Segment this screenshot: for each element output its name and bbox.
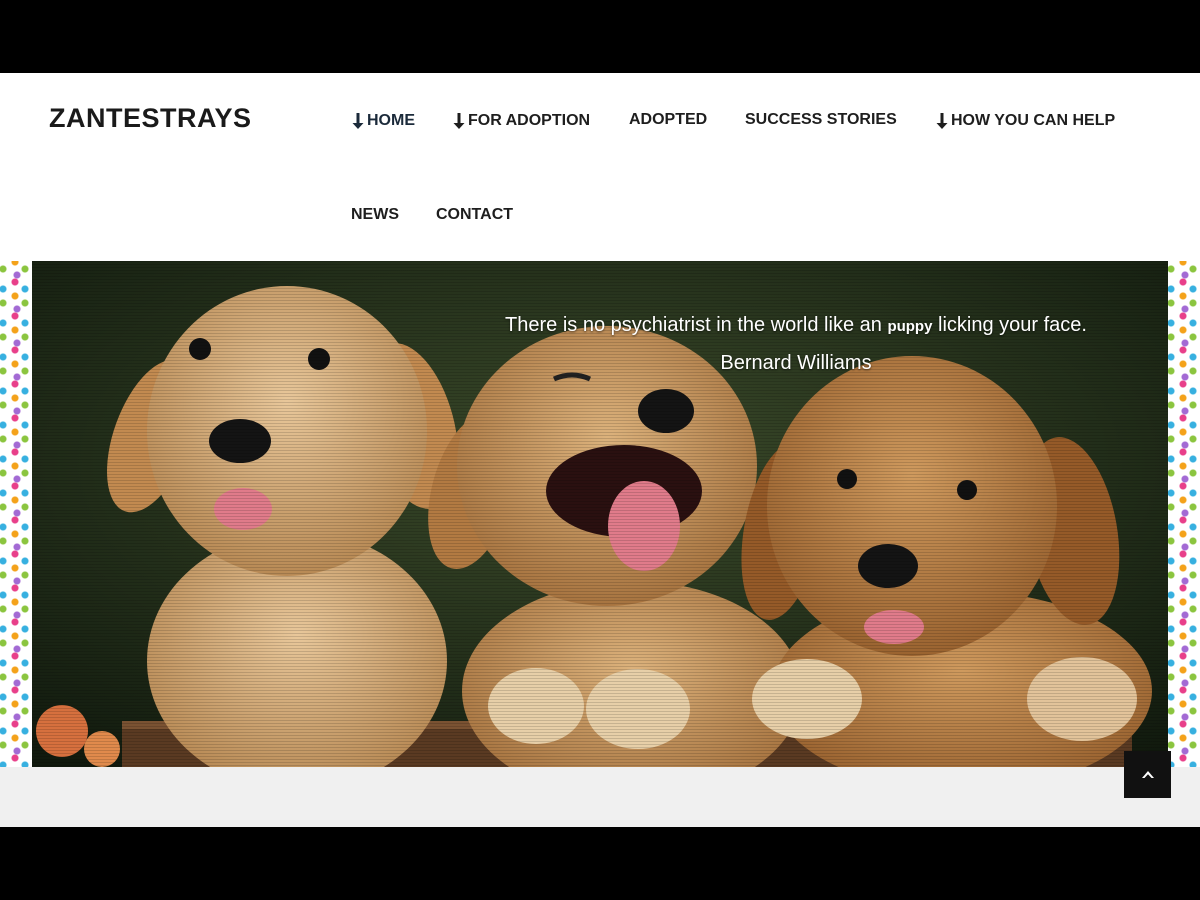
paw-pattern-border <box>1168 261 1200 767</box>
quote-emphasis: puppy <box>887 318 933 335</box>
nav-label: NEWS <box>351 206 399 223</box>
nav-item-how-you-can-help[interactable]: HOW YOU CAN HELP <box>936 112 1115 130</box>
scroll-to-top-button[interactable] <box>1124 751 1171 798</box>
hero-banner: There is no psychiatrist in the world li… <box>0 261 1200 767</box>
bottom-black-bar <box>0 827 1200 900</box>
arrow-down-icon <box>453 113 465 129</box>
top-black-bar <box>0 0 1200 73</box>
paw-pattern-border <box>0 261 32 767</box>
quote-part: licking your face. <box>932 314 1087 336</box>
page: ZANTESTRAYS HOME FOR ADOPTION ADOPTED SU… <box>0 73 1200 827</box>
nav-item-contact[interactable]: CONTACT <box>436 206 513 224</box>
nav-label: SUCCESS STORIES <box>745 111 897 128</box>
quote-text: There is no psychiatrist in the world li… <box>470 307 1122 345</box>
quote-part: There is no psychiatrist in the world li… <box>505 314 888 336</box>
nav-item-adopted[interactable]: ADOPTED <box>629 111 707 129</box>
nav-label: FOR ADOPTION <box>468 112 591 129</box>
nav-item-home[interactable]: HOME <box>352 112 415 130</box>
site-logo[interactable]: ZANTESTRAYS <box>49 103 252 134</box>
arrow-down-icon <box>352 113 364 129</box>
content-band <box>0 767 1200 827</box>
nav-label: HOW YOU CAN HELP <box>951 112 1116 129</box>
nav-label: HOME <box>367 112 415 129</box>
nav-label: CONTACT <box>436 206 514 223</box>
hero-quote: There is no psychiatrist in the world li… <box>470 307 1122 381</box>
nav-item-news[interactable]: NEWS <box>351 206 399 224</box>
nav-item-success-stories[interactable]: SUCCESS STORIES <box>745 111 897 129</box>
nav-label: ADOPTED <box>629 111 708 128</box>
arrow-down-icon <box>936 113 948 129</box>
quote-author: Bernard Williams <box>720 352 872 374</box>
chevron-up-icon <box>1141 770 1154 778</box>
nav-item-for-adoption[interactable]: FOR ADOPTION <box>453 112 590 130</box>
